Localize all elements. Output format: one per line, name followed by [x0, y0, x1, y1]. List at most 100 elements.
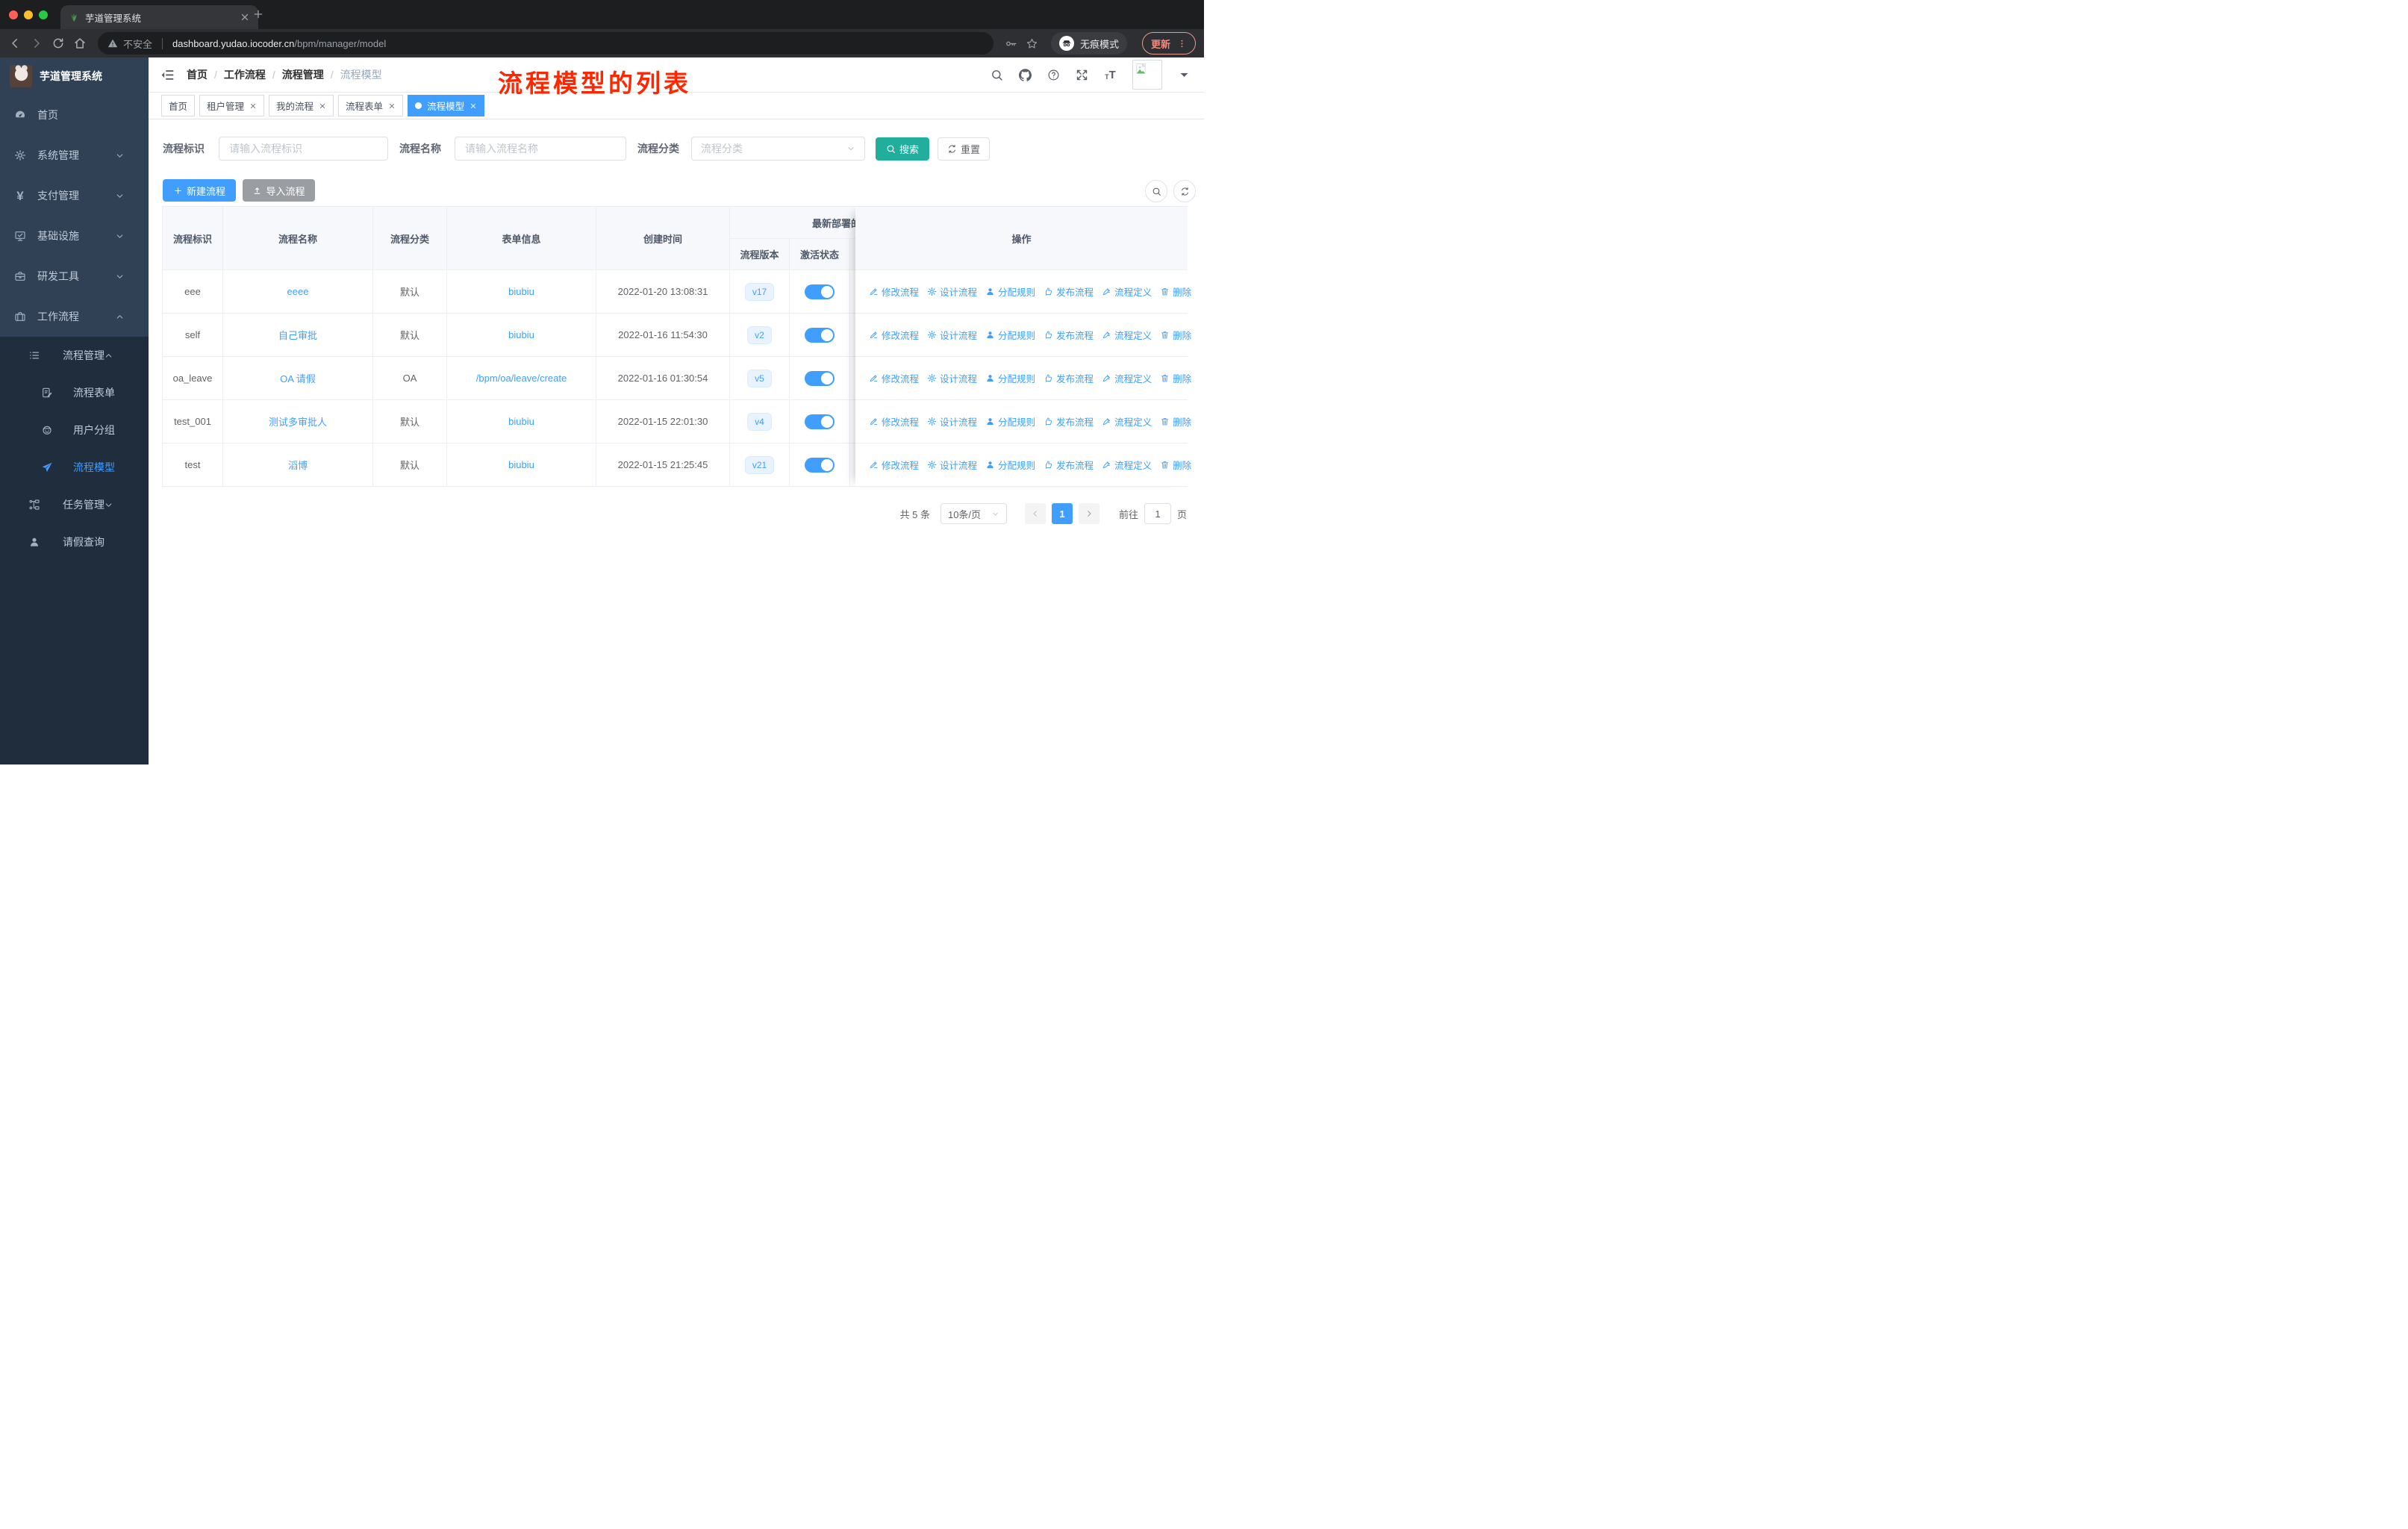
- close-window-button[interactable]: [9, 10, 18, 19]
- browser-tab[interactable]: 芋道管理系统: [60, 5, 258, 29]
- active-toggle[interactable]: [805, 327, 835, 343]
- fullscreen-icon[interactable]: [1076, 69, 1088, 81]
- breadcrumb-item[interactable]: 流程管理: [282, 67, 324, 82]
- action-edit[interactable]: 修改流程: [869, 284, 919, 299]
- sidebar-item-研发工具[interactable]: 研发工具: [0, 256, 149, 296]
- action-delete[interactable]: 删除: [1160, 284, 1191, 299]
- sidebar-item-流程模型[interactable]: 流程模型: [0, 449, 149, 486]
- sidebar-logo-row[interactable]: 芋道管理系统: [0, 57, 149, 95]
- back-icon[interactable]: [8, 37, 22, 50]
- forward-icon[interactable]: [30, 37, 43, 50]
- sidebar-item-流程管理[interactable]: 流程管理: [0, 337, 149, 374]
- action-design[interactable]: 设计流程: [927, 284, 977, 299]
- action-definition[interactable]: 流程定义: [1102, 284, 1152, 299]
- reload-icon[interactable]: [52, 37, 65, 50]
- breadcrumb-item[interactable]: 工作流程: [224, 67, 266, 82]
- sidebar-item-流程表单[interactable]: 流程表单: [0, 374, 149, 411]
- action-design[interactable]: 设计流程: [927, 458, 977, 472]
- page-size-select[interactable]: 10条/页: [940, 503, 1007, 524]
- question-icon[interactable]: [1047, 69, 1060, 81]
- sidebar-item-用户分组[interactable]: 用户分组: [0, 411, 149, 449]
- process-name-input[interactable]: [455, 137, 626, 161]
- action-design[interactable]: 设计流程: [927, 371, 977, 385]
- next-page-button[interactable]: [1078, 503, 1099, 524]
- key-icon[interactable]: [1005, 37, 1017, 50]
- process-name-link[interactable]: 测试多审批人: [269, 414, 327, 429]
- action-assign[interactable]: 分配规则: [985, 328, 1035, 342]
- sidebar-item-任务管理[interactable]: 任务管理: [0, 486, 149, 523]
- action-publish[interactable]: 发布流程: [1044, 458, 1094, 472]
- action-edit[interactable]: 修改流程: [869, 458, 919, 472]
- goto-page-input[interactable]: [1144, 503, 1171, 524]
- plus-icon[interactable]: [252, 8, 264, 20]
- form-link[interactable]: /bpm/oa/leave/create: [476, 373, 567, 384]
- action-definition[interactable]: 流程定义: [1102, 328, 1152, 342]
- action-edit[interactable]: 修改流程: [869, 371, 919, 385]
- prev-page-button[interactable]: [1024, 503, 1046, 524]
- action-definition[interactable]: 流程定义: [1102, 371, 1152, 385]
- search-icon[interactable]: [991, 69, 1003, 81]
- close-icon[interactable]: [240, 12, 250, 22]
- action-delete[interactable]: 删除: [1160, 414, 1191, 429]
- tag-首页[interactable]: 首页: [161, 95, 196, 116]
- refresh-table-button[interactable]: [1173, 180, 1196, 202]
- process-name-link[interactable]: 自己审批: [278, 328, 317, 342]
- action-design[interactable]: 设计流程: [927, 328, 977, 342]
- minimize-window-button[interactable]: [24, 10, 33, 19]
- active-toggle[interactable]: [805, 457, 835, 473]
- tag-流程表单[interactable]: 流程表单: [338, 95, 404, 116]
- tag-租户管理[interactable]: 租户管理: [199, 95, 265, 116]
- sidebar-item-支付管理[interactable]: ¥ 支付管理: [0, 175, 149, 216]
- process-key-input[interactable]: [219, 137, 388, 161]
- action-delete[interactable]: 删除: [1160, 371, 1191, 385]
- update-browser-button[interactable]: 更新: [1141, 32, 1196, 55]
- process-name-link[interactable]: 滔博: [288, 458, 308, 472]
- active-toggle[interactable]: [805, 370, 835, 386]
- import-process-button[interactable]: 导入流程: [243, 179, 315, 202]
- sidebar-item-首页[interactable]: 首页: [0, 95, 149, 135]
- action-definition[interactable]: 流程定义: [1102, 414, 1152, 429]
- toggle-search-button[interactable]: [1145, 180, 1167, 202]
- search-button[interactable]: 搜索: [876, 137, 929, 161]
- form-link[interactable]: biubiu: [508, 286, 534, 297]
- hamburger-icon[interactable]: [160, 68, 175, 82]
- action-assign[interactable]: 分配规则: [985, 414, 1035, 429]
- sidebar-item-请假查询[interactable]: 请假查询: [0, 523, 149, 561]
- active-toggle[interactable]: [805, 414, 835, 429]
- form-link[interactable]: biubiu: [508, 416, 534, 427]
- active-toggle[interactable]: [805, 284, 835, 299]
- form-link[interactable]: biubiu: [508, 459, 534, 470]
- action-publish[interactable]: 发布流程: [1044, 284, 1094, 299]
- action-publish[interactable]: 发布流程: [1044, 371, 1094, 385]
- action-edit[interactable]: 修改流程: [869, 328, 919, 342]
- font-size-icon[interactable]: TT: [1104, 69, 1117, 81]
- process-name-link[interactable]: OA 请假: [280, 371, 316, 385]
- address-bar[interactable]: 不安全 dashboard.yudao.iocoder.cn /bpm/mana…: [98, 32, 994, 55]
- process-category-select[interactable]: 流程分类: [691, 137, 865, 161]
- maximize-window-button[interactable]: [39, 10, 48, 19]
- avatar[interactable]: [1132, 60, 1162, 90]
- action-assign[interactable]: 分配规则: [985, 284, 1035, 299]
- reset-button[interactable]: 重置: [938, 137, 990, 161]
- action-publish[interactable]: 发布流程: [1044, 414, 1094, 429]
- tag-流程模型[interactable]: 流程模型: [408, 95, 485, 116]
- action-delete[interactable]: 删除: [1160, 458, 1191, 472]
- action-publish[interactable]: 发布流程: [1044, 328, 1094, 342]
- github-icon[interactable]: [1019, 68, 1032, 81]
- action-assign[interactable]: 分配规则: [985, 371, 1035, 385]
- tag-我的流程[interactable]: 我的流程: [269, 95, 334, 116]
- sidebar-item-基础设施[interactable]: 基础设施: [0, 216, 149, 256]
- form-link[interactable]: biubiu: [508, 329, 534, 340]
- breadcrumb-item[interactable]: 首页: [187, 67, 208, 82]
- action-assign[interactable]: 分配规则: [985, 458, 1035, 472]
- create-process-button[interactable]: 新建流程: [163, 179, 236, 202]
- current-page-button[interactable]: 1: [1051, 503, 1073, 524]
- process-name-link[interactable]: eeee: [287, 286, 309, 297]
- action-edit[interactable]: 修改流程: [869, 414, 919, 429]
- caret-down-icon[interactable]: [1178, 69, 1191, 81]
- sidebar-item-系统管理[interactable]: 系统管理: [0, 135, 149, 175]
- action-design[interactable]: 设计流程: [927, 414, 977, 429]
- action-definition[interactable]: 流程定义: [1102, 458, 1152, 472]
- star-icon[interactable]: [1026, 37, 1038, 50]
- sidebar-item-工作流程[interactable]: 工作流程: [0, 296, 149, 337]
